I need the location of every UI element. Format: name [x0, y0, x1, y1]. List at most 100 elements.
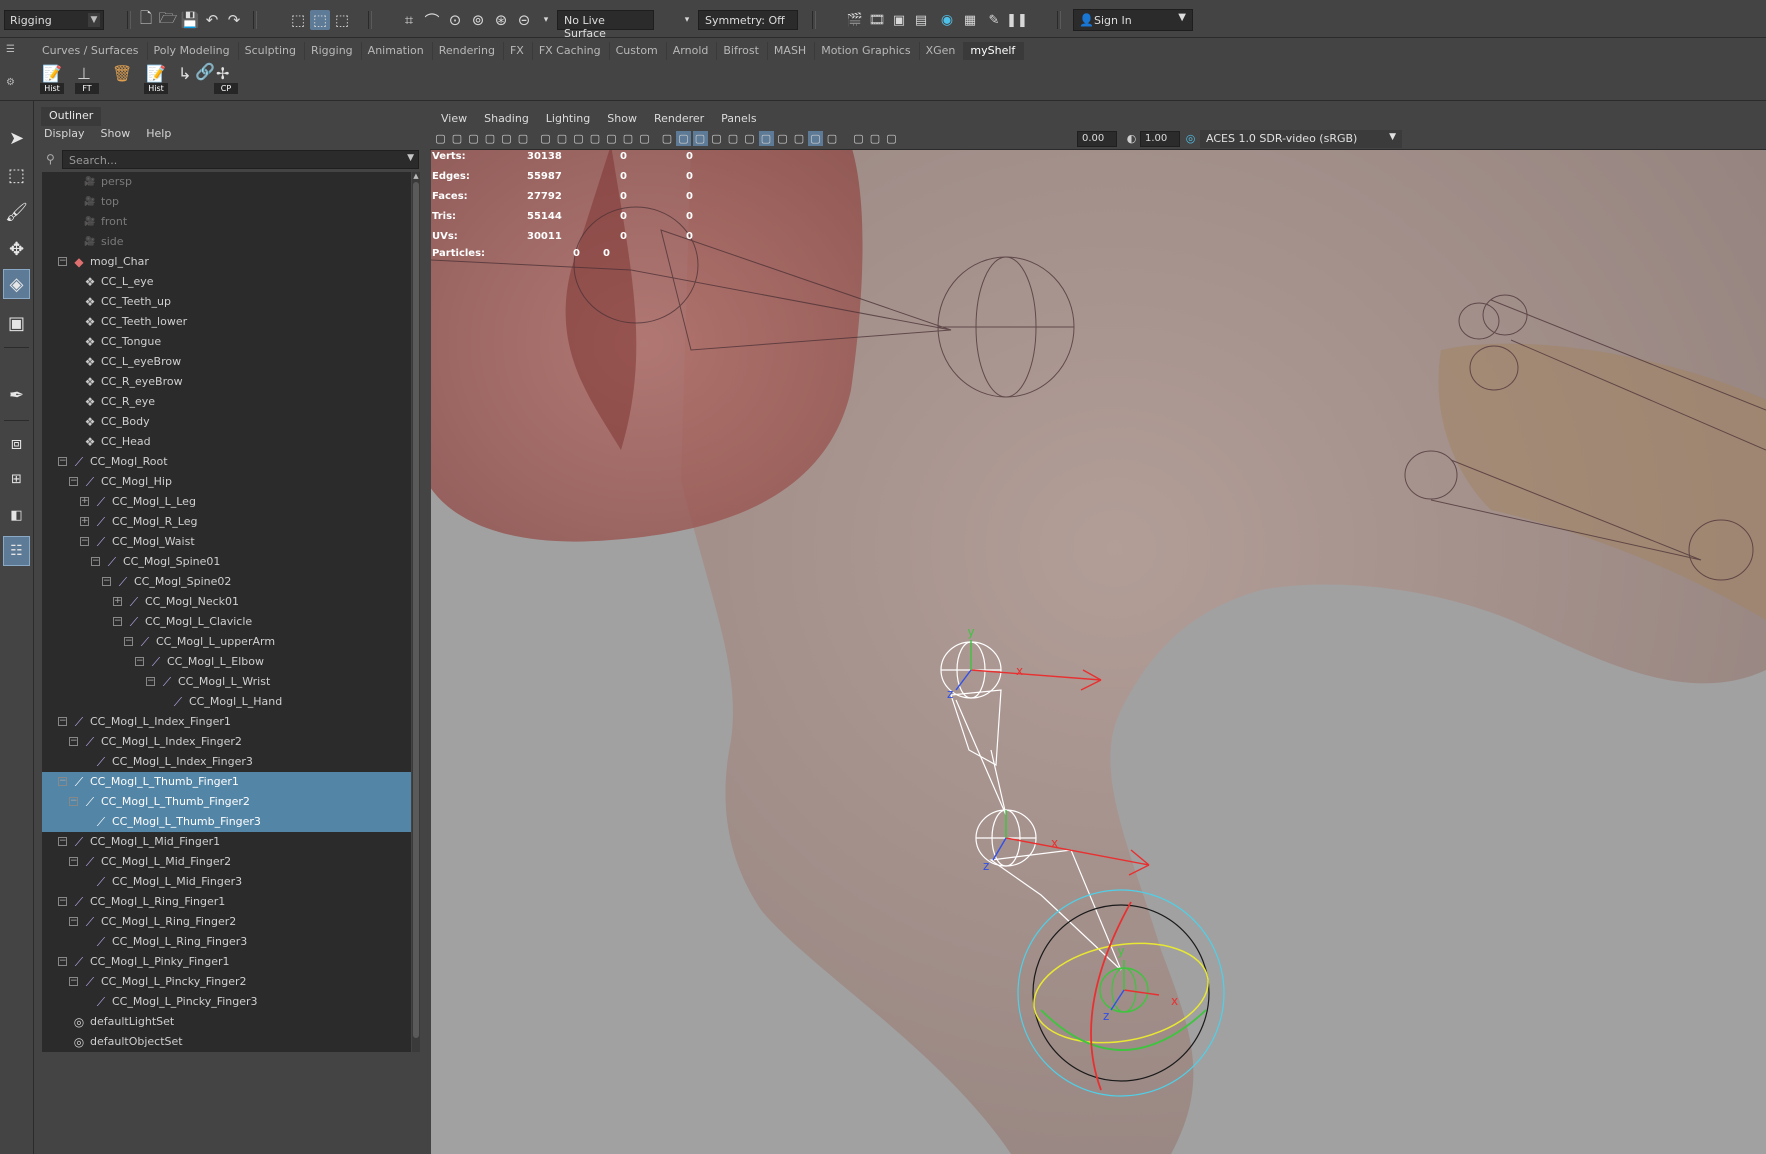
collapse-icon[interactable]: − [113, 617, 122, 626]
collapse-icon[interactable]: − [69, 477, 78, 486]
outliner-row[interactable]: ❖ CC_R_eyeBrow [42, 372, 411, 392]
new-scene-icon[interactable]: 🗋 [136, 9, 156, 30]
viewport-3d[interactable]: y x z x z y x z Verts: 30138 0 0 Edges: 55987… [431, 150, 1766, 1154]
outliner-row[interactable]: + ⟋ CC_Mogl_L_Leg [42, 492, 411, 512]
isolate-icon[interactable]: ▢ [851, 131, 866, 146]
outliner-row[interactable]: ❖ CC_L_eyeBrow [42, 352, 411, 372]
collapse-icon[interactable]: − [58, 897, 67, 906]
undo-icon[interactable]: ↶ [202, 10, 222, 30]
color-space-dropdown[interactable]: ACES 1.0 SDR-video (sRGB) ▼ [1200, 130, 1402, 148]
outliner-row[interactable]: − ⟋ CC_Mogl_Spine01 [42, 552, 411, 572]
use-lights-icon[interactable]: ▢ [726, 131, 741, 146]
collapse-icon[interactable]: − [135, 657, 144, 666]
render-frame-icon[interactable]: 🎞 [867, 10, 887, 30]
select-tool-icon[interactable]: ➤ [3, 123, 30, 153]
shelf-button-hist-2[interactable]: 📝 Hist [142, 64, 170, 94]
expand-icon[interactable]: + [80, 517, 89, 526]
pause-icon[interactable]: ❚❚ [1006, 10, 1028, 30]
exposure-icon[interactable]: ◐ [1124, 131, 1139, 146]
hud-icon[interactable]: ▢ [868, 131, 883, 146]
collapse-icon[interactable]: − [80, 537, 89, 546]
persp-outliner-icon[interactable]: ◧ [3, 500, 30, 530]
chevron-down-icon[interactable]: ▾ [536, 10, 556, 30]
outliner-row[interactable]: + ⟋ CC_Mogl_Neck01 [42, 592, 411, 612]
collapse-icon[interactable]: − [58, 837, 67, 846]
outliner-row[interactable]: ⟋ CC_Mogl_L_Hand [42, 692, 411, 712]
collapse-icon[interactable]: − [69, 917, 78, 926]
outliner-row[interactable]: + ⟋ CC_Mogl_R_Leg [42, 512, 411, 532]
paint-select-tool-icon[interactable]: 🖌 [3, 197, 30, 227]
lasso-tool-icon[interactable]: ⬚ [3, 160, 30, 190]
outliner-row[interactable]: − ◆ mogl_Char [42, 252, 411, 272]
outliner-row[interactable]: − ⟋ CC_Mogl_L_Ring_Finger2 [42, 912, 411, 932]
outliner-row[interactable]: ⟋ CC_Mogl_L_Pincky_Finger3 [42, 992, 411, 1012]
collapse-icon[interactable]: − [58, 457, 67, 466]
collapse-icon[interactable]: − [102, 577, 111, 586]
shelf-button-delete-history[interactable]: 🗑 [108, 64, 136, 94]
shelf-button-ft[interactable]: ⊥ FT [73, 64, 101, 94]
motion-blur-icon[interactable]: ▢ [775, 131, 790, 146]
sign-in-button[interactable]: 👤 Sign In ▼ [1073, 9, 1193, 31]
camera-select-icon[interactable]: ▢ [433, 131, 448, 146]
menu-show[interactable]: Show [607, 110, 637, 128]
2d-pan-icon[interactable]: ▢ [499, 131, 514, 146]
wireframe-on-shaded-icon[interactable]: ▢ [692, 131, 708, 146]
outliner-row[interactable]: − ⟋ CC_Mogl_L_Ring_Finger1 [42, 892, 411, 912]
single-view-icon[interactable]: ⧈ [3, 428, 30, 458]
outliner-row[interactable]: 🎥 top [42, 192, 411, 212]
open-scene-icon[interactable]: 🗁 [158, 9, 178, 30]
shelf-tab[interactable]: Sculpting [239, 42, 305, 60]
shelf-tab[interactable]: Animation [362, 42, 433, 60]
outliner-row[interactable]: ❖ CC_Head [42, 432, 411, 452]
shelf-tab[interactable]: Arnold [667, 42, 718, 60]
outliner-row[interactable]: − ⟋ CC_Mogl_L_Clavicle [42, 612, 411, 632]
snap-point-icon[interactable]: ⊙ [445, 10, 465, 30]
outliner-layout-icon[interactable]: ☷ [3, 536, 30, 566]
outliner-row[interactable]: ❖ CC_Teeth_up [42, 292, 411, 312]
safe-action-icon[interactable]: ▢ [621, 131, 636, 146]
save-scene-icon[interactable]: 💾 [180, 10, 200, 30]
shelf-tab[interactable]: FX Caching [533, 42, 610, 60]
outliner-row[interactable]: − ⟋ CC_Mogl_L_Pinky_Finger1 [42, 952, 411, 972]
xray-joints-icon[interactable]: ▢ [825, 131, 840, 146]
outliner-row[interactable]: ⟋ CC_Mogl_L_Index_Finger3 [42, 752, 411, 772]
render-setup-icon[interactable]: ▦ [960, 10, 980, 30]
outliner-row[interactable]: − ⟋ CC_Mogl_L_Thumb_Finger2 [42, 792, 411, 812]
outliner-row[interactable]: ⟋ CC_Mogl_L_Mid_Finger3 [42, 872, 411, 892]
render-view-icon[interactable]: 🎬 [845, 10, 865, 30]
outliner-tab[interactable]: Outliner [41, 107, 102, 126]
shelf-tab[interactable]: FX [504, 42, 533, 60]
menu-view[interactable]: View [441, 110, 467, 128]
outliner-row[interactable]: ◎ defaultObjectSet [42, 1032, 411, 1052]
grease-pencil-icon[interactable]: ▢ [516, 131, 531, 146]
chevron-down-icon[interactable]: ▾ [677, 10, 697, 30]
scrollbar-thumb[interactable] [413, 182, 419, 1038]
menu-set-dropdown[interactable]: Rigging ▼ [4, 10, 104, 30]
camera-attr-icon[interactable]: ▢ [450, 131, 465, 146]
select-object-icon[interactable]: ⬚ [310, 10, 330, 30]
snap-view-plane-icon[interactable]: ⊛ [491, 10, 511, 30]
shelf-tab[interactable]: Rigging [305, 42, 362, 60]
outliner-scrollbar[interactable] [412, 172, 420, 1052]
outliner-row[interactable]: ◎ defaultLightSet [42, 1012, 411, 1032]
menu-renderer[interactable]: Renderer [654, 110, 704, 128]
outliner-row[interactable]: − ⟋ CC_Mogl_Waist [42, 532, 411, 552]
four-view-icon[interactable]: ⊞ [3, 464, 30, 494]
snap-curve-icon[interactable]: ⌒ [422, 10, 442, 30]
collapse-icon[interactable]: − [58, 717, 67, 726]
outliner-row[interactable]: − ⟋ CC_Mogl_Root [42, 452, 411, 472]
xray-icon[interactable]: ▢ [808, 131, 823, 146]
scale-tool-icon[interactable]: ▣ [3, 308, 30, 338]
shelf-tab[interactable]: MASH [768, 42, 816, 60]
outliner-row[interactable]: − ⟋ CC_Mogl_L_Mid_Finger2 [42, 852, 411, 872]
menu-show[interactable]: Show [101, 127, 131, 143]
snap-projected-icon[interactable]: ⊚ [468, 10, 488, 30]
outliner-row[interactable]: − ⟋ CC_Mogl_L_Elbow [42, 652, 411, 672]
outliner-row[interactable]: 🎥 persp [42, 172, 411, 192]
ao-icon[interactable]: ▢ [758, 131, 774, 146]
collapse-icon[interactable]: − [69, 857, 78, 866]
outliner-row[interactable]: ❖ CC_Tongue [42, 332, 411, 352]
ipr-render-icon[interactable]: ▣ [889, 10, 909, 30]
menu-shading[interactable]: Shading [484, 110, 529, 128]
collapse-icon[interactable]: − [69, 977, 78, 986]
